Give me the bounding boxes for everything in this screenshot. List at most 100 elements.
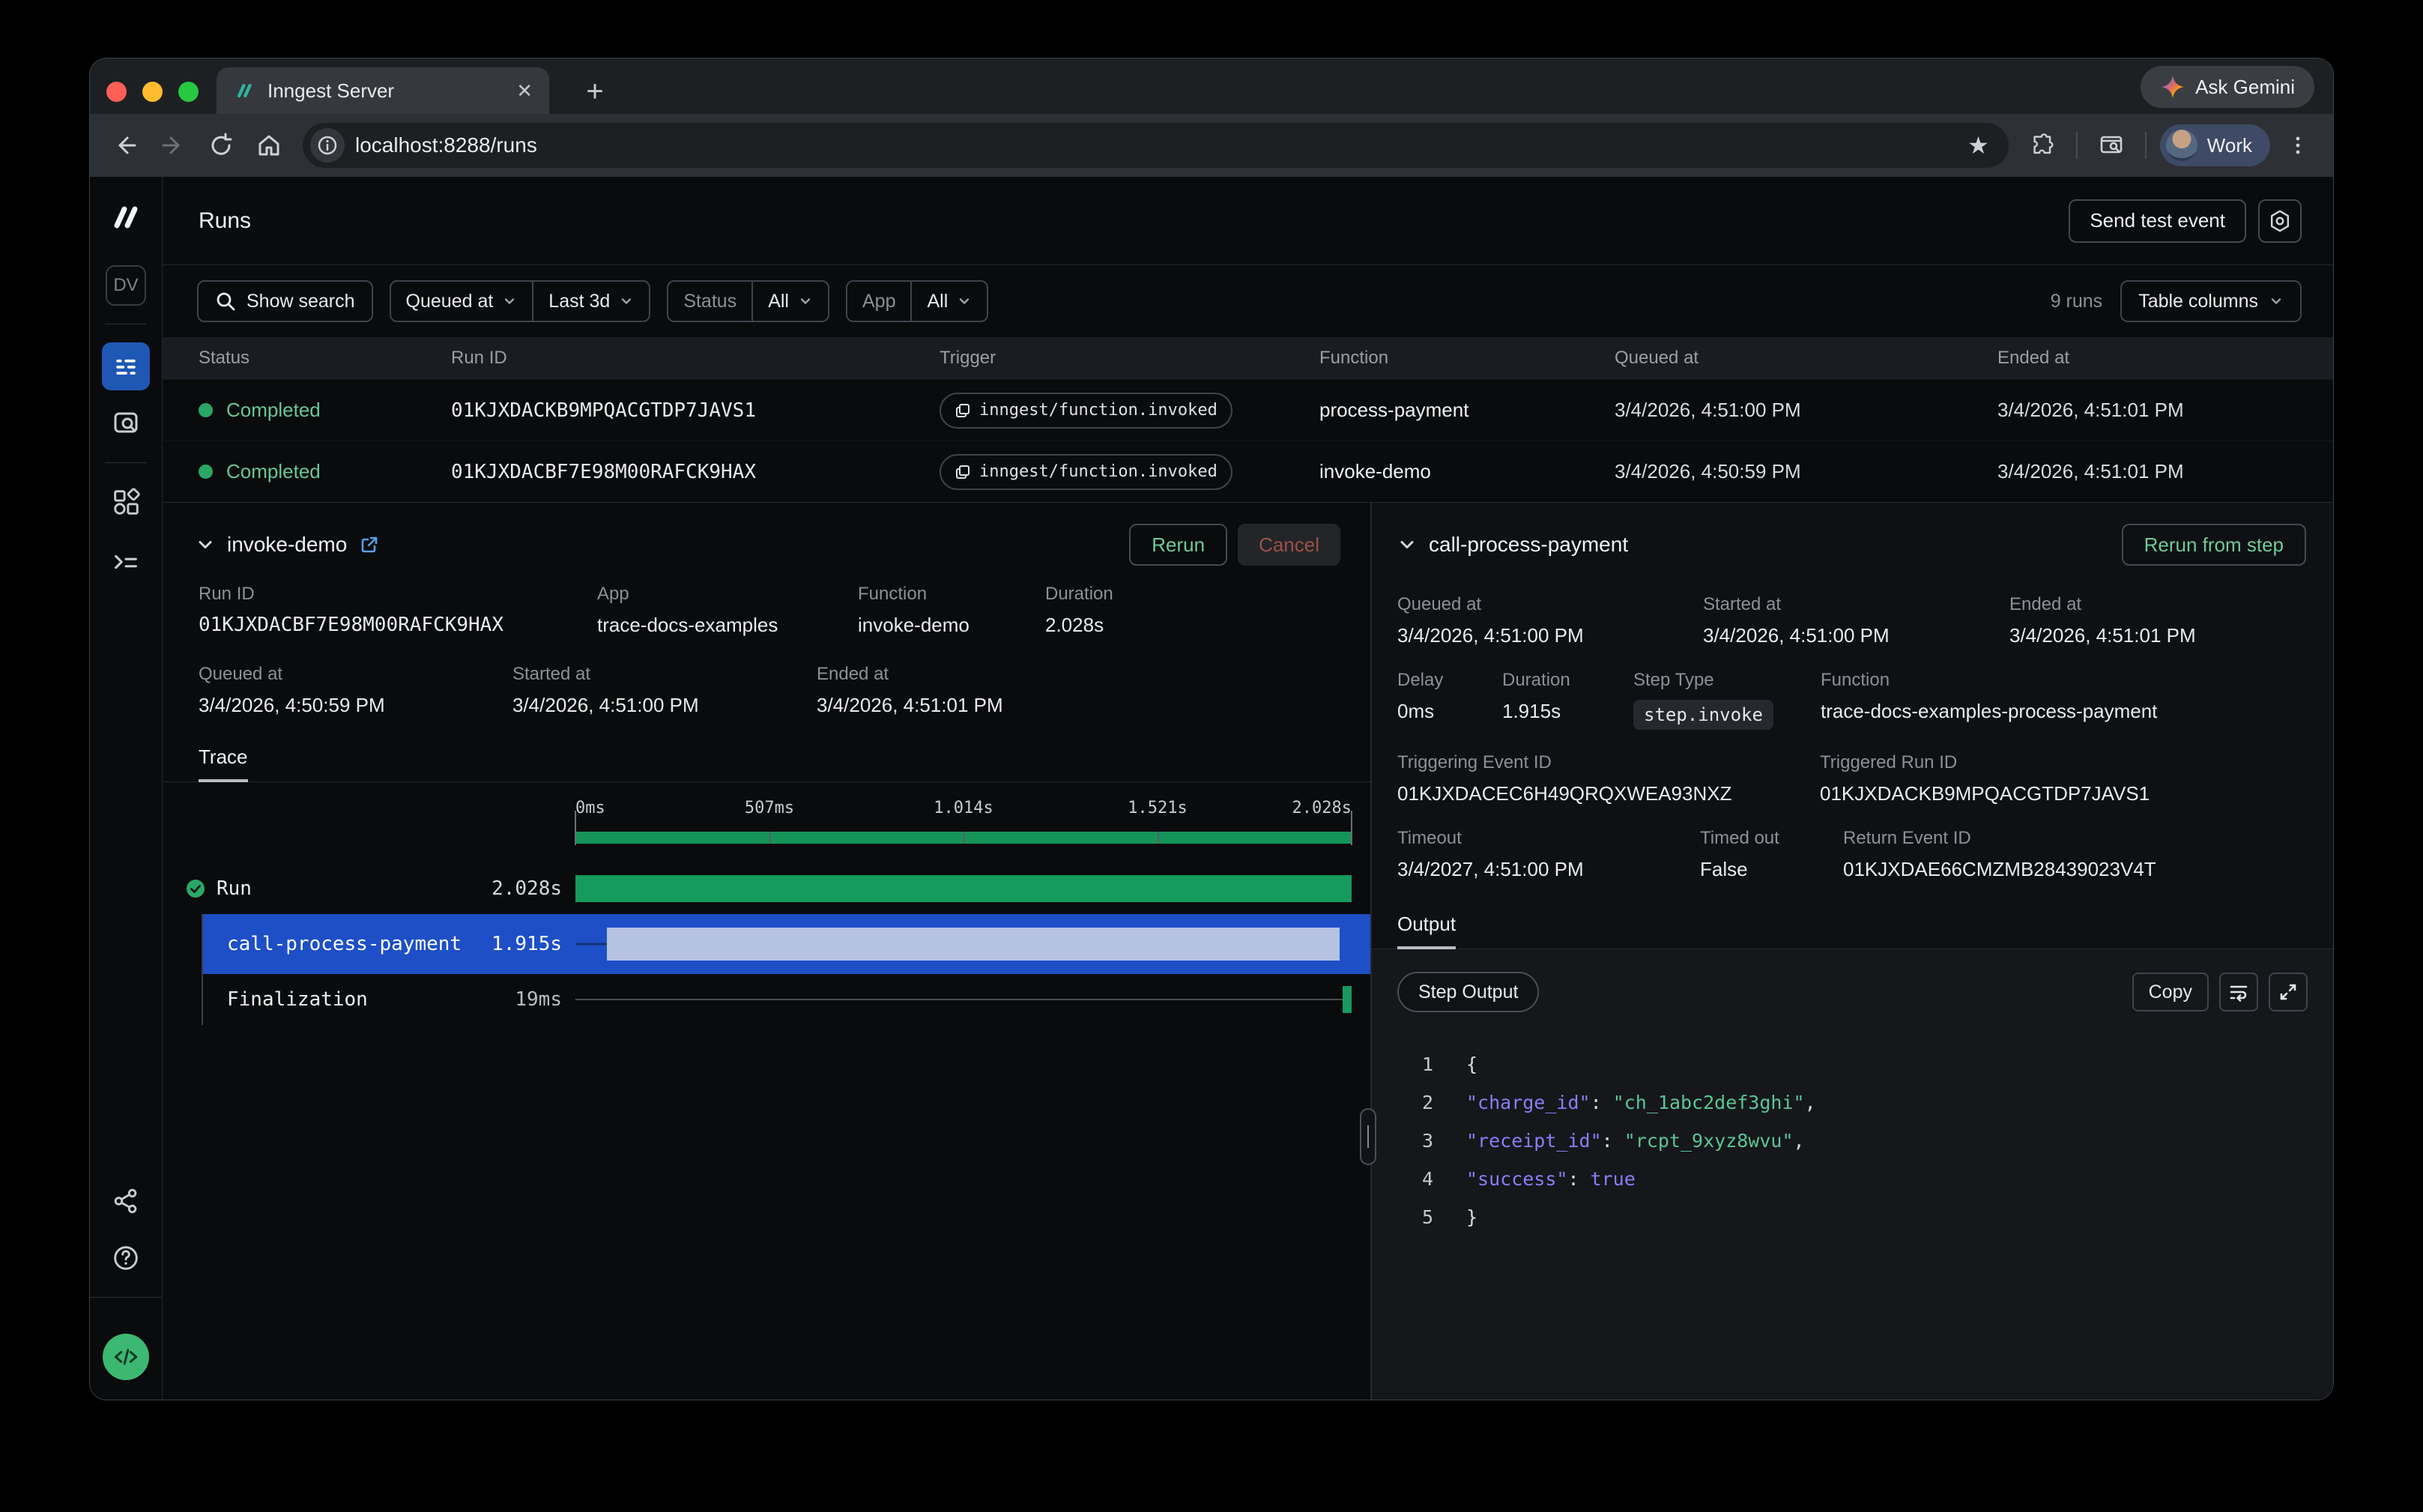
- tab-title: Inngest Server: [267, 79, 504, 103]
- trigger-pill[interactable]: inngest/function.invoked: [940, 393, 1232, 429]
- return-event-link[interactable]: 01KJXDAE66CMZMB28439023V4T: [1843, 858, 2333, 881]
- new-tab-button[interactable]: +: [575, 72, 614, 111]
- table-columns-button[interactable]: Table columns: [2120, 280, 2302, 322]
- close-window-button[interactable]: [106, 82, 127, 102]
- chevron-down-icon: [957, 294, 972, 309]
- column-header-run-id[interactable]: Run ID: [451, 348, 940, 369]
- sidebar-item-runs[interactable]: [102, 342, 150, 390]
- bookmark-star-icon[interactable]: ★: [1957, 131, 2000, 160]
- status-select[interactable]: All: [751, 282, 828, 321]
- cancel-button[interactable]: Cancel: [1238, 524, 1340, 566]
- help-icon[interactable]: [105, 1237, 147, 1279]
- column-header-queued-at[interactable]: Queued at: [1615, 348, 1997, 369]
- gemini-sparkle-icon: [2160, 74, 2185, 100]
- expand-button[interactable]: [2269, 973, 2308, 1011]
- code-block: 1{2"charge_id": "ch_1abc2def3ghi",3"rece…: [1397, 1045, 2308, 1236]
- column-header-status[interactable]: Status: [199, 348, 451, 369]
- url-bar[interactable]: localhost:8288/runs ★: [303, 123, 2009, 168]
- column-header-ended-at[interactable]: Ended at: [1997, 348, 2333, 369]
- minimize-window-button[interactable]: [142, 82, 163, 102]
- inngest-favicon: [233, 79, 255, 102]
- tab-trace[interactable]: Trace: [199, 746, 248, 782]
- field-queued-at: Queued at 3/4/2026, 4:50:59 PM: [199, 664, 512, 717]
- toolbar-separator: [2145, 132, 2147, 159]
- browser-titlebar: Inngest Server ✕ + Ask Gemini: [90, 58, 2333, 114]
- trace-minimap[interactable]: [575, 832, 1352, 844]
- back-icon[interactable]: [105, 125, 145, 166]
- triggered-run-link[interactable]: 01KJXDACKB9MPQACGTDP7JAVS1: [1820, 782, 2333, 805]
- detail-split: invoke-demo Rerun Cancel Run ID 01KJXDAC…: [163, 502, 2333, 1400]
- rerun-from-step-button[interactable]: Rerun from step: [2122, 524, 2306, 566]
- step-field-function: Function trace-docs-examples-process-pay…: [1821, 670, 2333, 730]
- tab-search-icon[interactable]: [2091, 125, 2132, 166]
- step-function-link[interactable]: trace-docs-examples-process-payment: [1821, 700, 2333, 723]
- url-text[interactable]: localhost:8288/runs: [355, 133, 1946, 157]
- function-link[interactable]: invoke-demo: [858, 614, 1045, 637]
- trace-span-finalization[interactable]: Finalization 19ms: [203, 974, 1370, 1025]
- trace-tabs: Trace: [163, 746, 1370, 782]
- column-header-trigger[interactable]: Trigger: [940, 348, 1319, 369]
- status-cell: Completed: [199, 460, 451, 483]
- search-icon: [215, 291, 236, 312]
- dev-code-button[interactable]: [103, 1334, 149, 1380]
- browser-toolbar: localhost:8288/runs ★ Work: [90, 114, 2333, 177]
- rerun-button[interactable]: Rerun: [1129, 524, 1227, 566]
- step-output-toggle[interactable]: Step Output: [1397, 972, 1539, 1012]
- settings-button[interactable]: [2258, 199, 2302, 243]
- browser-menu-icon[interactable]: [2278, 125, 2318, 166]
- share-icon[interactable]: [105, 1180, 147, 1222]
- tab-output[interactable]: Output: [1397, 913, 1456, 949]
- profile-button[interactable]: Work: [2160, 124, 2270, 166]
- field-function: Function invoke-demo: [858, 584, 1045, 637]
- word-wrap-button[interactable]: [2219, 973, 2258, 1011]
- browser-tab[interactable]: Inngest Server ✕: [217, 67, 549, 114]
- function-cell: process-payment: [1319, 399, 1615, 422]
- sidebar-item-functions[interactable]: [105, 541, 147, 583]
- trace-span-run[interactable]: Run 2.028s: [163, 863, 1370, 914]
- step-field-timed-out: Timed out False: [1700, 828, 1843, 881]
- traffic-lights: [106, 82, 199, 102]
- table-row[interactable]: Completed 01KJXDACKB9MPQACGTDP7JAVS1 inn…: [163, 379, 2333, 441]
- trigger-pill[interactable]: inngest/function.invoked: [940, 454, 1232, 490]
- step-field-delay: Delay 0ms: [1397, 670, 1502, 730]
- code-line: 4"success": true: [1397, 1160, 2308, 1198]
- external-link-icon[interactable]: [359, 534, 380, 555]
- ended-at-cell: 3/4/2026, 4:51:01 PM: [1997, 399, 2333, 422]
- inngest-app: DV: [90, 177, 2333, 1400]
- tab-close-icon[interactable]: ✕: [516, 81, 533, 100]
- triggering-event-link[interactable]: 01KJXDACEC6H49QRQXWEA93NXZ: [1397, 782, 1820, 805]
- ended-at-cell: 3/4/2026, 4:51:01 PM: [1997, 460, 2333, 483]
- trigger-cell: inngest/function.invoked: [940, 393, 1319, 429]
- show-search-button[interactable]: Show search: [197, 280, 373, 322]
- trace-span-call-process-payment[interactable]: call-process-payment 1.915s: [203, 914, 1370, 974]
- step-field-return-event: Return Event ID 01KJXDAE66CMZMB28439023V…: [1843, 828, 2333, 881]
- time-field-select[interactable]: Queued at: [391, 282, 533, 321]
- gear-icon: [2267, 208, 2293, 234]
- extensions-icon[interactable]: [2022, 125, 2063, 166]
- sidebar-divider: [105, 462, 147, 463]
- zoom-window-button[interactable]: [178, 82, 199, 102]
- step-field-step-type: Step Type step.invoke: [1633, 670, 1821, 730]
- reload-icon[interactable]: [201, 125, 241, 166]
- sidebar-item-apps[interactable]: [105, 481, 147, 523]
- app-select[interactable]: All: [910, 282, 987, 321]
- chevron-down-icon[interactable]: [1397, 535, 1417, 554]
- code-line: 5}: [1397, 1198, 2308, 1236]
- forward-icon[interactable]: [153, 125, 193, 166]
- code-line: 3"receipt_id": "rcpt_9xyz8wvu",: [1397, 1122, 2308, 1160]
- copy-button[interactable]: Copy: [2132, 973, 2209, 1011]
- env-badge[interactable]: DV: [106, 265, 146, 306]
- home-icon[interactable]: [249, 125, 289, 166]
- sidebar-item-events[interactable]: [105, 402, 147, 444]
- table-row[interactable]: Completed 01KJXDACBF7E98M00RAFCK9HAX inn…: [163, 441, 2333, 502]
- site-info-icon[interactable]: [310, 128, 345, 163]
- time-range-select[interactable]: Last 3d: [532, 282, 649, 321]
- ask-gemini-button[interactable]: Ask Gemini: [2141, 66, 2314, 108]
- send-test-event-button[interactable]: Send test event: [2069, 199, 2246, 243]
- pane-resize-handle[interactable]: [1360, 1108, 1376, 1165]
- app-link[interactable]: trace-docs-examples: [597, 614, 858, 637]
- column-header-function[interactable]: Function: [1319, 348, 1615, 369]
- chevron-down-icon[interactable]: [196, 535, 215, 554]
- time-filter: Queued at Last 3d: [390, 280, 651, 322]
- status-dot: [199, 465, 213, 479]
